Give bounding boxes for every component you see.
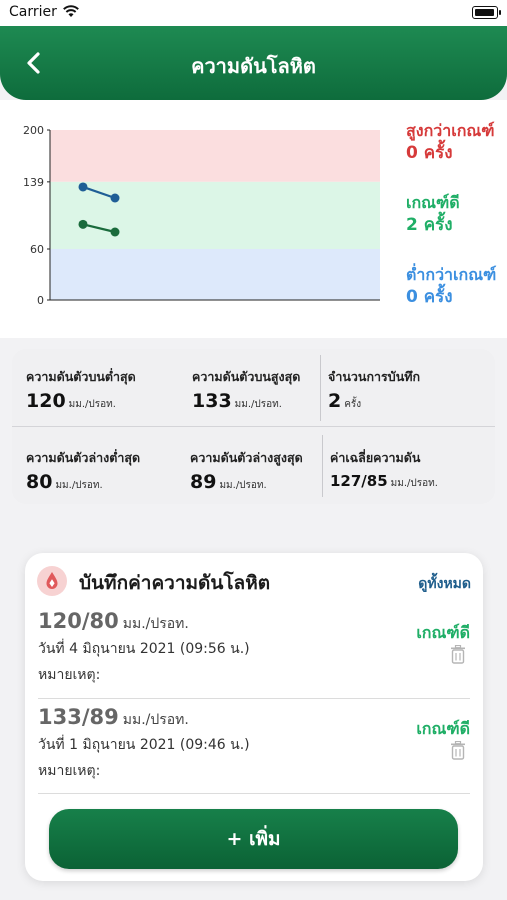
wifi-icon — [63, 5, 79, 17]
stat-count-label: จำนวนการบันทึก — [328, 369, 421, 384]
stat-dia-min-label: ความดันตัวล่างต่ำสุด — [26, 450, 141, 465]
stats-divider — [320, 355, 321, 421]
see-all-link[interactable]: ดูทั้งหมด — [418, 573, 471, 595]
trash-icon[interactable] — [450, 645, 466, 664]
record-separator — [38, 793, 470, 794]
series-point — [110, 193, 120, 203]
stat-average-unit: มม./ปรอท. — [390, 478, 438, 489]
bp-chart: 200 139 60 0 — [23, 124, 380, 307]
stat-dia-min-unit: มม./ปรอท. — [55, 480, 103, 491]
chart-y-tick-label: 60 — [30, 243, 44, 256]
record-date: วันที่ 4 มิถุนายน 2021 (09:56 น.) — [38, 641, 250, 657]
page-title: ความดันโลหิต — [191, 54, 316, 78]
stats-divider — [322, 435, 323, 497]
stat-count: จำนวนการบันทึก 2 ครั้ง — [328, 367, 420, 412]
legend-high-label: สูงกว่าเกณฑ์ — [406, 121, 495, 140]
stat-dia-min: ความดันตัวล่างต่ำสุด 80 มม./ปรอท. — [26, 448, 140, 493]
stat-sys-max-value: 133 — [192, 390, 232, 412]
carrier-label: Carrier — [9, 4, 57, 20]
record-note: หมายเหตุ: — [38, 763, 101, 779]
series-point — [78, 219, 88, 229]
chart-y-tick-label: 200 — [23, 124, 44, 137]
record-bp-unit: มม./ปรอท. — [122, 616, 189, 632]
legend-low-count: 0 ครั้ง — [406, 287, 453, 307]
records-card: บันทึกค่าความดันโลหิต ดูทั้งหมด 120/80 มม… — [25, 553, 483, 881]
record-bp-value: 133/89 — [38, 705, 119, 729]
battery-icon — [472, 6, 501, 19]
record-status: เกณฑ์ดี — [416, 719, 470, 738]
stat-dia-max: ความดันตัวล่างสูงสุด 89 มม./ปรอท. — [190, 448, 303, 493]
legend-normal-count: 2 ครั้ง — [406, 215, 453, 235]
add-record-button[interactable]: + เพิ่ม — [49, 809, 458, 869]
chart-band — [50, 249, 380, 300]
header-bar: ความดันโลหิต — [0, 26, 507, 100]
series-point — [78, 182, 88, 192]
stat-dia-max-label: ความดันตัวล่างสูงสุด — [190, 450, 303, 465]
stat-sys-max-unit: มม./ปรอท. — [234, 399, 282, 410]
record-bp-unit: มม./ปรอท. — [122, 712, 189, 728]
records-title: บันทึกค่าความดันโลหิต — [79, 572, 271, 594]
stat-sys-min-value: 120 — [26, 390, 66, 412]
stat-dia-max-unit: มม./ปรอท. — [219, 480, 267, 491]
series-point — [110, 227, 120, 237]
stat-dia-max-value: 89 — [190, 471, 217, 493]
stat-average-value: 127/85 — [330, 472, 388, 490]
legend-low: ต่ำกว่าเกณฑ์ 0 ครั้ง — [406, 264, 496, 308]
stat-dia-min-value: 80 — [26, 471, 53, 493]
stats-row-divider — [12, 426, 495, 427]
stat-average-label: ค่าเฉลี่ยความดัน — [330, 450, 421, 465]
record-status: เกณฑ์ดี — [416, 623, 470, 642]
stat-sys-max-label: ความดันตัวบนสูงสุด — [192, 369, 301, 384]
stat-average: ค่าเฉลี่ยความดัน 127/85 มม./ปรอท. — [330, 448, 438, 491]
stat-sys-max: ความดันตัวบนสูงสุด 133 มม./ปรอท. — [192, 367, 300, 412]
stat-sys-min: ความดันตัวบนต่ำสุด 120 มม./ปรอท. — [26, 367, 136, 412]
trash-icon[interactable] — [450, 741, 466, 760]
record-date: วันที่ 1 มิถุนายน 2021 (09:46 น.) — [38, 737, 250, 753]
legend-normal: เกณฑ์ดี 2 ครั้ง — [406, 192, 460, 236]
record-note: หมายเหตุ: — [38, 667, 101, 683]
legend-high: สูงกว่าเกณฑ์ 0 ครั้ง — [406, 120, 495, 164]
stat-count-unit: ครั้ง — [344, 399, 362, 410]
record-separator — [38, 698, 470, 699]
stat-sys-min-label: ความดันตัวบนต่ำสุด — [26, 369, 136, 384]
chart-band — [50, 130, 380, 182]
blood-drop-icon — [37, 566, 67, 596]
record-bp-value: 120/80 — [38, 609, 119, 633]
legend-low-label: ต่ำกว่าเกณฑ์ — [406, 265, 497, 284]
legend-normal-label: เกณฑ์ดี — [406, 193, 460, 212]
record-item[interactable]: 120/80 มม./ปรอท. วันที่ 4 มิถุนายน 2021 (… — [38, 609, 470, 686]
chart-panel: 200 139 60 0 สูงกว่าเกณฑ์ 0 ครั้ง เกณฑ์ดี 2… — [0, 100, 507, 338]
stat-sys-min-unit: มม./ปรอท. — [68, 399, 116, 410]
chart-y-tick-label: 0 — [37, 294, 44, 307]
status-bar: Carrier — [0, 0, 507, 26]
stat-count-value: 2 — [328, 390, 342, 412]
stats-summary: ความดันตัวบนต่ำสุด 120 มม./ปรอท. ความดันต… — [12, 349, 495, 504]
legend-high-count: 0 ครั้ง — [406, 143, 453, 163]
record-item[interactable]: 133/89 มม./ปรอท. วันที่ 1 มิถุนายน 2021 (… — [38, 705, 470, 782]
chart-y-tick-label: 139 — [23, 176, 44, 189]
